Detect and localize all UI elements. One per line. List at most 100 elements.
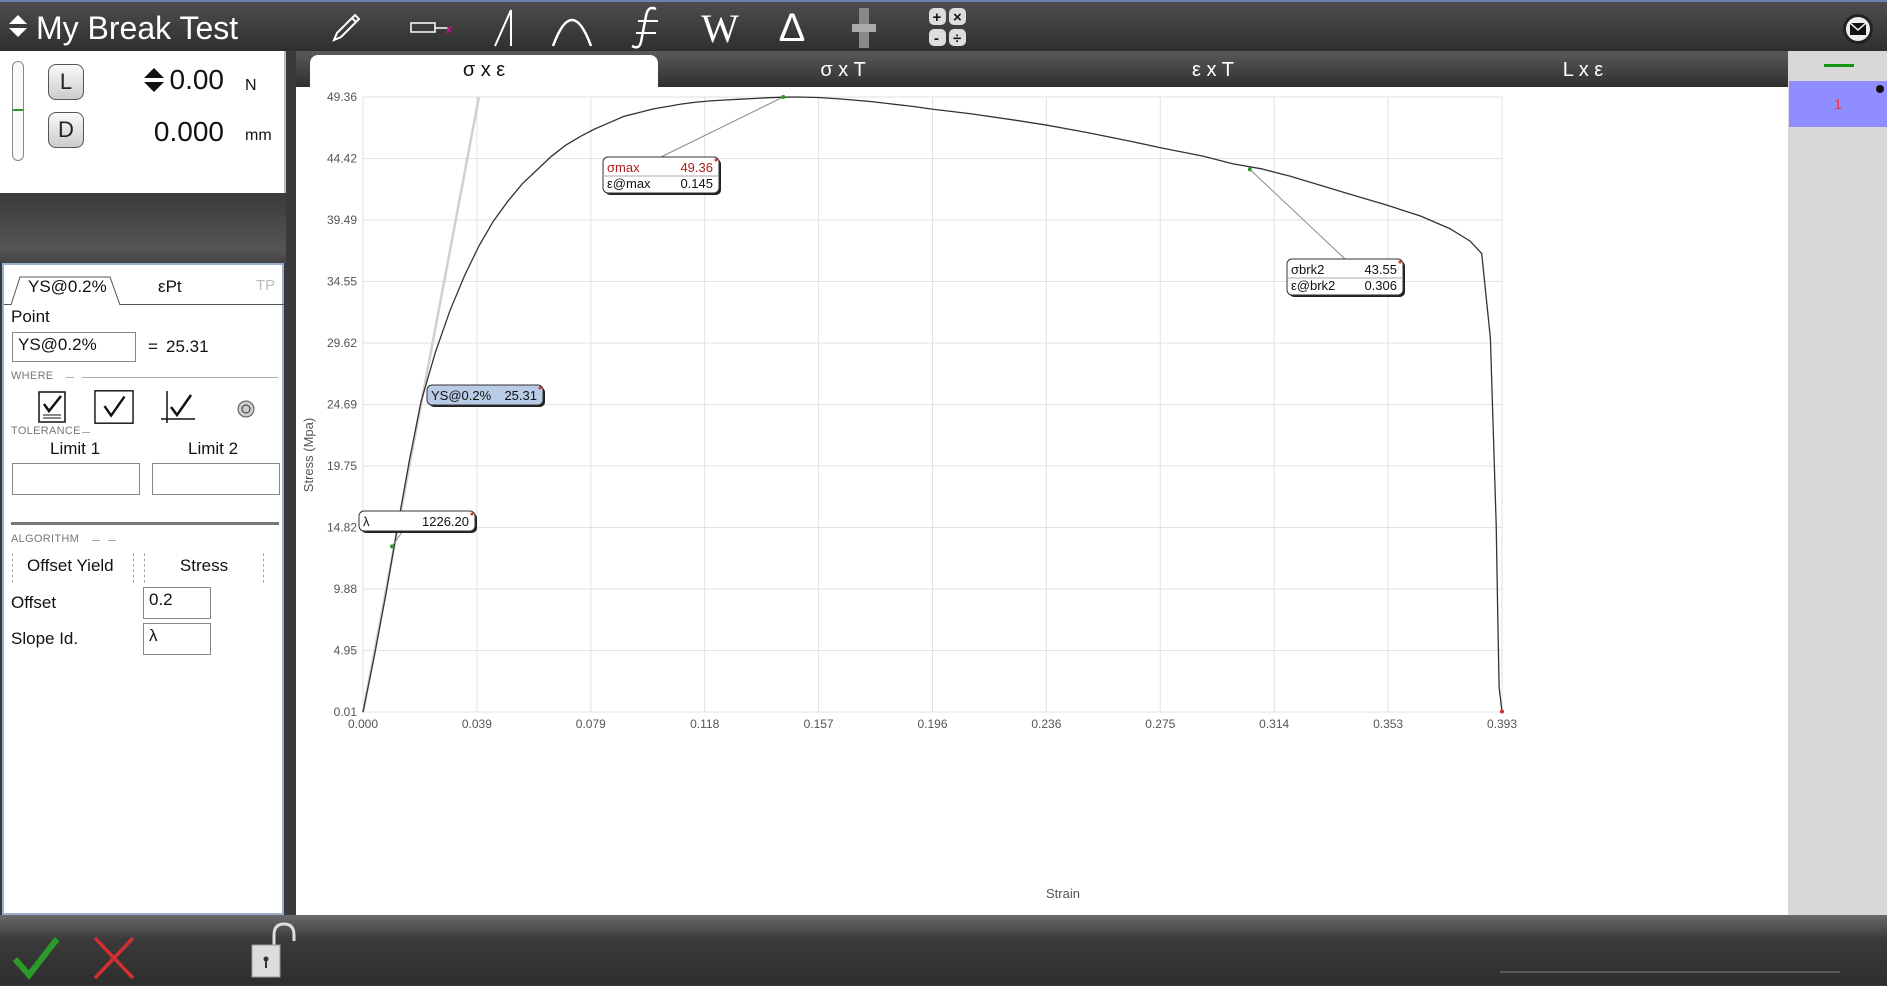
x-tick-label: 0.314: [1259, 717, 1289, 731]
slider-marker: [13, 109, 23, 111]
y-tick-label: 19.75: [327, 459, 357, 473]
point-value: 25.31: [166, 337, 209, 356]
svg-text:×: ×: [953, 9, 962, 26]
annotation-value: 49.36: [680, 160, 713, 175]
work-icon[interactable]: W: [696, 6, 744, 51]
chart-tabs: σ x ε σ x T ε x T L x ε: [296, 51, 1788, 89]
x-tick-label: 0.393: [1487, 717, 1517, 731]
delta-icon[interactable]: Δ: [768, 6, 816, 50]
chart-annotations: σmax 49.36 ε@max 0.145 σbrk2 43.55 ε@brk2 0.306…: [358, 95, 1405, 549]
offset-label: Offset: [11, 593, 57, 612]
tolerance-header: TOLERANCE: [11, 425, 81, 437]
y-tick-label: 49.36: [327, 90, 357, 104]
x-tick-label: 0.079: [576, 717, 606, 731]
x-tick-label: 0.039: [462, 717, 492, 731]
level-slider[interactable]: [12, 61, 24, 161]
slope-icon[interactable]: [480, 8, 528, 48]
app-menu[interactable]: My Break Test: [8, 10, 238, 46]
annotation-value: 25.31: [504, 388, 537, 403]
updown-arrow-icon: [8, 13, 28, 44]
cancel-x-icon[interactable]: [92, 935, 136, 986]
x-axis-label: Strain: [1046, 886, 1080, 901]
limit1-label: Limit 1: [50, 439, 101, 458]
y-tick-label: 34.55: [327, 275, 357, 289]
annotation-value: 0.145: [680, 176, 713, 191]
confirm-check-icon[interactable]: [12, 933, 60, 986]
break-point: [1500, 709, 1504, 714]
test-list-item[interactable]: 1: [1789, 81, 1887, 127]
point-name-input[interactable]: YS@0.2%: [12, 332, 136, 362]
left-divider-band: [0, 193, 286, 263]
x-tick-label: 0.157: [804, 717, 834, 731]
specimen-icon[interactable]: [840, 8, 888, 48]
y-axis-label: Stress (Mpa): [301, 418, 316, 492]
tab-stress-time[interactable]: σ x T: [658, 51, 1028, 87]
pencil-icon[interactable]: [322, 8, 370, 48]
x-tick-label: 0.353: [1373, 717, 1403, 731]
annotation-label: YS@0.2%: [431, 388, 492, 403]
unlock-icon[interactable]: [250, 921, 296, 986]
x-tick-label: 0.000: [348, 717, 378, 731]
active-dot: [1876, 85, 1884, 93]
limit1-input[interactable]: [12, 463, 140, 495]
annotation-dot: [538, 386, 542, 390]
annotation-dot: [1398, 260, 1402, 264]
annotation-anchor: [781, 95, 786, 99]
check-box-icon[interactable]: [94, 389, 134, 425]
y-tick-label: 39.49: [327, 213, 357, 227]
bottom-bar: [0, 915, 1887, 985]
slope-id-input[interactable]: λ: [143, 623, 211, 655]
annotation-leader: [660, 96, 784, 158]
extensometer-icon[interactable]: x: [404, 8, 460, 48]
target-icon[interactable]: [226, 391, 266, 427]
svg-text:÷: ÷: [953, 30, 961, 47]
annotation-value: 1226.20: [422, 514, 469, 529]
calculator-icon[interactable]: + × - ÷: [924, 8, 972, 48]
tab-stress-strain[interactable]: σ x ε: [310, 55, 658, 89]
mail-icon[interactable]: [1843, 14, 1873, 44]
tab-ys[interactable]: YS@0.2%: [28, 277, 107, 297]
equals-sign: =: [148, 337, 158, 356]
annotation-dot: [470, 512, 474, 516]
displacement-button[interactable]: D: [48, 112, 84, 148]
point-properties-panel: YS@0.2% εPt TP Point YS@0.2% = 25.31 WHE…: [2, 263, 284, 915]
y-tick-label: 24.69: [327, 398, 357, 412]
integral-icon[interactable]: [624, 6, 672, 49]
y-tick-label: 4.95: [334, 644, 358, 658]
app-title: My Break Test: [36, 9, 239, 46]
load-button[interactable]: L: [48, 64, 84, 100]
x-tick-label: 0.196: [917, 717, 947, 731]
tab-length-strain[interactable]: L x ε: [1398, 51, 1768, 87]
annotation-max: σmax 49.36 ε@max 0.145: [602, 95, 786, 195]
separator: [11, 522, 279, 525]
annotation-label: λ: [363, 514, 370, 529]
check-list-icon[interactable]: [32, 389, 72, 425]
annotation-slope: λ 1226.20: [358, 510, 477, 549]
displacement-value: 0.000: [153, 116, 224, 147]
algo-offset-yield[interactable]: Offset Yield: [12, 553, 134, 583]
limit2-input[interactable]: [152, 463, 280, 495]
divider: [82, 432, 90, 433]
curve-peak-icon[interactable]: [548, 8, 596, 48]
tab-epsilon-pt[interactable]: εPt: [158, 277, 182, 297]
algo-stress[interactable]: Stress: [144, 553, 264, 583]
annotation-yield: YS@0.2% 25.31: [426, 384, 545, 407]
tab-strain-time[interactable]: ε x T: [1028, 51, 1398, 87]
load-unit: N: [245, 77, 257, 94]
property-tabs: YS@0.2% εPt TP: [4, 275, 284, 306]
y-tick-label: 44.42: [327, 152, 357, 166]
test-list-panel: 1: [1788, 51, 1887, 915]
load-value: 0.00: [169, 64, 225, 95]
annotation-dot: [714, 158, 718, 162]
tab-tp[interactable]: TP: [256, 277, 275, 294]
divider: [108, 540, 116, 541]
x-tick-label: 0.118: [690, 717, 719, 731]
x-tick-label: 0.275: [1145, 717, 1175, 731]
live-readout-panel: L D 0.00 N 0.000 mm: [0, 51, 286, 193]
stress-strain-chart[interactable]: 0.000 0.039 0.079 0.118 0.157 0.196 0.236 0.275…: [296, 51, 1788, 915]
divider: [92, 540, 100, 541]
offset-input[interactable]: 0.2: [143, 587, 211, 619]
svg-text:-: -: [934, 30, 939, 47]
updown-arrow-icon[interactable]: [143, 67, 165, 98]
check-chart-icon[interactable]: [158, 389, 198, 425]
